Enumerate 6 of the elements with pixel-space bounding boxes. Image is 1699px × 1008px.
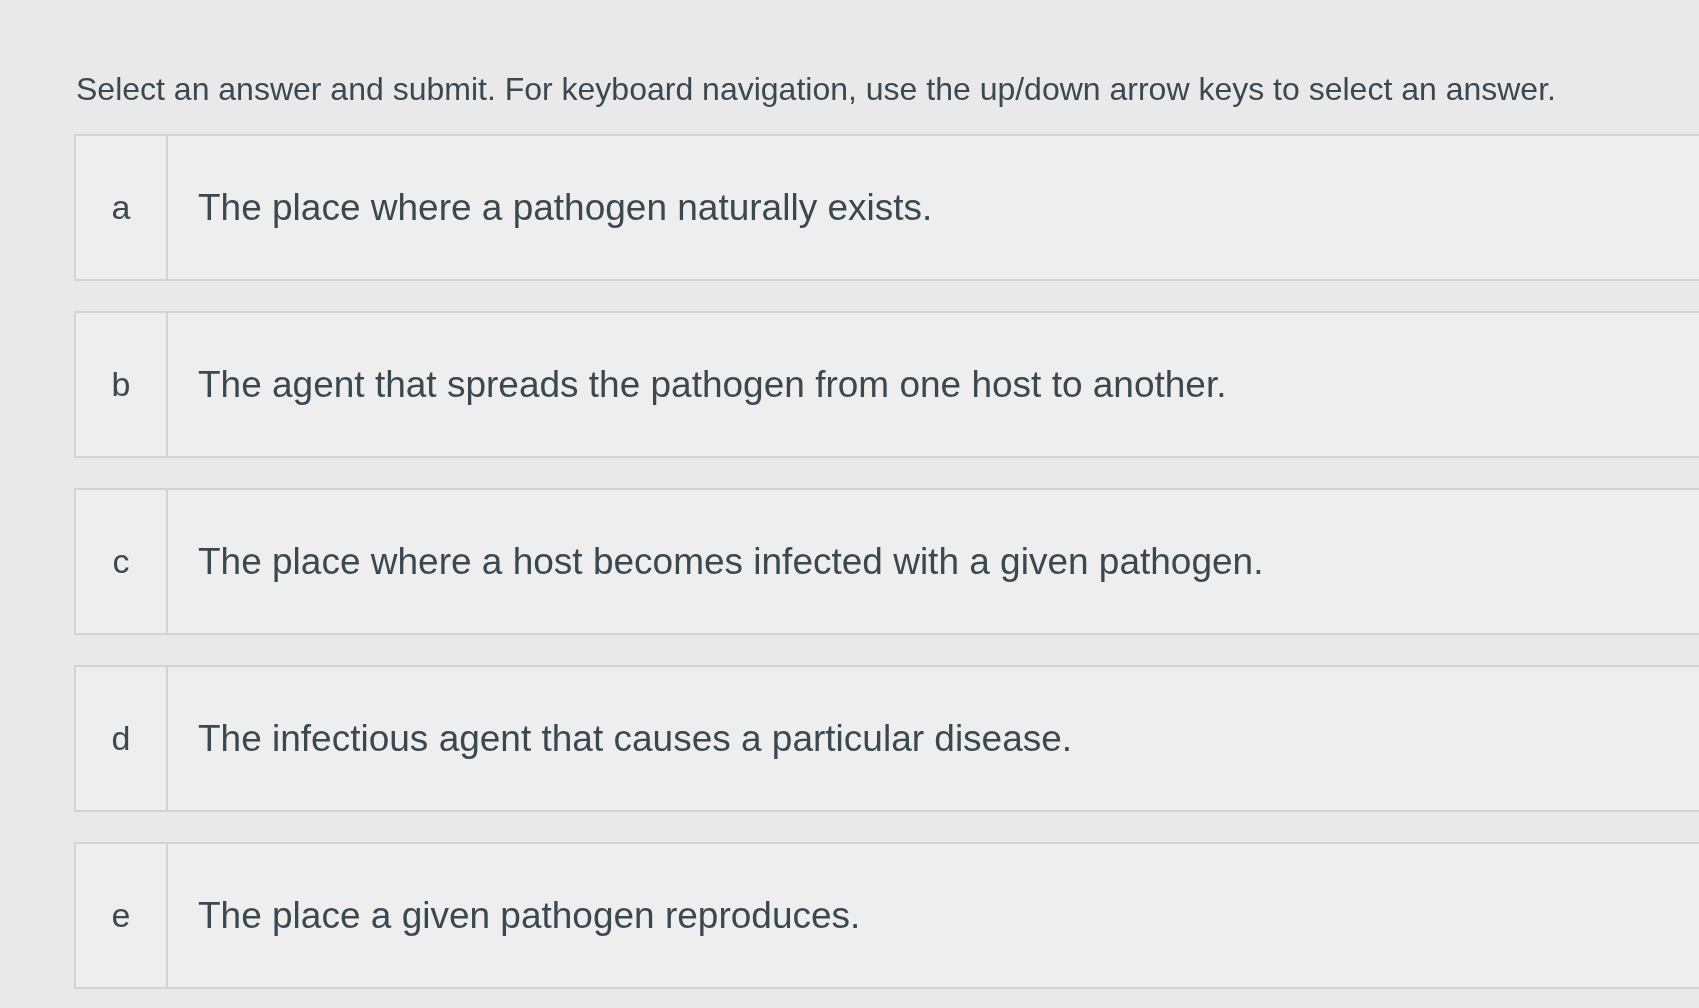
answer-option[interactable]: a The place where a pathogen naturally exists.	[74, 134, 1699, 281]
answer-option[interactable]: e The place a given pathogen reproduces.	[74, 842, 1699, 989]
answer-option[interactable]: c The place where a host becomes infected with a given pathogen.	[74, 488, 1699, 635]
answer-option[interactable]: d The infectious agent that causes a particular disease.	[74, 665, 1699, 812]
answer-option[interactable]: b The agent that spreads the pathogen from one host to another.	[74, 311, 1699, 458]
instruction-text: Select an answer and submit. For keyboard navigation, use the up/down arrow keys to select an answer.	[76, 70, 1557, 109]
